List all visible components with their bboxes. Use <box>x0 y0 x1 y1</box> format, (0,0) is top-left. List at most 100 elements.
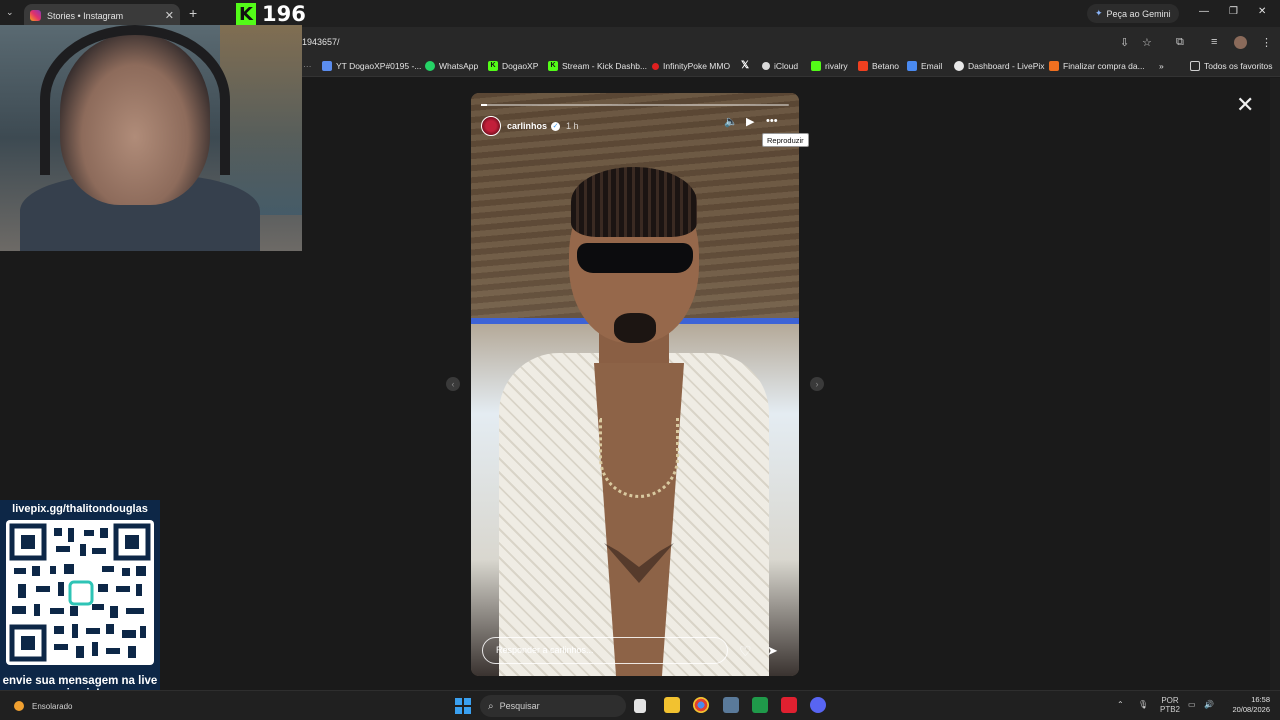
gemini-sparkle-icon: ✦ <box>1095 8 1103 18</box>
bookmark-finalizar-compra[interactable]: Finalizar compra da... <box>1049 61 1145 71</box>
shop-icon <box>1049 61 1059 71</box>
new-tab-icon[interactable]: + <box>189 5 197 21</box>
bookmark-icloud[interactable]: iCloud <box>762 61 798 71</box>
bookmark-label: Betano <box>872 61 899 71</box>
bookmark-betano[interactable]: Betano <box>858 61 899 71</box>
search-icon: ⌕ <box>488 700 494 712</box>
previous-story-button[interactable]: ‹ <box>446 377 460 391</box>
next-story-button[interactable]: › <box>810 377 824 391</box>
story-username[interactable]: carlinhos <box>507 121 547 131</box>
person-beard <box>614 313 656 343</box>
close-stories-icon[interactable]: ✕ <box>1236 94 1254 116</box>
play-tooltip: Reproduzir <box>762 133 809 147</box>
bookmark-infinitypoke[interactable]: InfinityPoke MMO <box>652 61 730 71</box>
betano-icon <box>858 61 868 71</box>
kick-favicon-icon: K <box>548 61 558 71</box>
person-sunglasses <box>577 243 693 273</box>
verified-badge-icon: ✓ <box>551 121 561 131</box>
bookmark-star-icon[interactable]: ☆ <box>1142 36 1152 49</box>
instagram-favicon-icon <box>30 10 41 21</box>
rivalry-icon <box>811 61 821 71</box>
browser-tab-bar: ⌄ Stories • Instagram ✕ + K 196 ✦ Peça a… <box>0 0 1280 27</box>
weather-text: Ensolarado <box>32 701 73 711</box>
snipping-tool-icon[interactable] <box>723 697 739 713</box>
more-options-icon[interactable]: ••• <box>766 115 778 127</box>
media-control-icon[interactable]: ≡ <box>1211 36 1217 48</box>
language-line-1: POR <box>1161 696 1179 705</box>
bookmark-kick-dashboard[interactable]: K Stream - Kick Dashb... <box>548 61 647 71</box>
story-card[interactable]: carlinhos ✓ 1 h 🔈 ▶ ••• Responder a carl… <box>471 93 799 676</box>
page-scrollbar[interactable] <box>1270 78 1280 690</box>
weather-widget[interactable]: Ensolarado <box>14 701 72 711</box>
bookmark-whatsapp[interactable]: WhatsApp <box>425 61 478 71</box>
file-explorer-icon[interactable] <box>664 697 680 713</box>
app-red-icon[interactable] <box>781 697 797 713</box>
folder-icon <box>1190 61 1200 71</box>
x-logo-icon: 𝕏 <box>740 60 750 71</box>
bookmarks-overflow-left-icon[interactable]: ⋯ <box>303 61 312 72</box>
ask-gemini-button[interactable]: ✦ Peça ao Gemini <box>1087 4 1179 23</box>
volume-icon[interactable]: 🔊 <box>1204 700 1214 709</box>
bookmark-livepix-dashboard[interactable]: Dashboard - LivePix <box>954 61 1045 71</box>
minimize-icon[interactable]: — <box>1199 6 1209 17</box>
network-icon[interactable]: ▭ <box>1188 700 1196 709</box>
install-app-icon[interactable]: ⇩ <box>1120 36 1129 49</box>
chrome-icon[interactable] <box>693 697 709 713</box>
bookmark-yt-dogaoxp[interactable]: YT DogaoXP#0195 -... <box>322 61 421 71</box>
bookmark-label: rivalry <box>825 61 848 71</box>
bookmark-email[interactable]: Email <box>907 61 942 71</box>
bookmarks-overflow-chevron-icon[interactable]: » <box>1159 61 1164 71</box>
language-indicator[interactable]: POR PTB2 <box>1160 696 1180 714</box>
sun-icon <box>14 701 24 711</box>
tab-instagram-stories[interactable]: Stories • Instagram ✕ <box>24 4 180 27</box>
qr-code-graphic <box>9 523 151 662</box>
bookmark-label: Finalizar compra da... <box>1063 61 1145 71</box>
taskbar-search-box[interactable]: ⌕ Pesquisar <box>480 695 626 717</box>
app-green-icon[interactable] <box>752 697 768 713</box>
clock-time: 16:58 <box>1251 695 1270 704</box>
bookmark-dogaoxp[interactable]: K DogaoXP <box>488 61 538 71</box>
send-direct-icon[interactable]: ➤ <box>767 643 778 659</box>
task-view-icon[interactable] <box>634 699 646 713</box>
gemini-label: Peça ao Gemini <box>1106 8 1171 19</box>
like-heart-icon[interactable]: ♡ <box>739 643 752 660</box>
all-bookmarks-folder[interactable]: Todos os favoritos <box>1190 61 1273 71</box>
url-text[interactable]: 1943657/ <box>302 37 340 47</box>
tab-search-dropdown-icon[interactable]: ⌄ <box>6 7 14 18</box>
discord-icon[interactable] <box>810 697 826 713</box>
story-timestamp: 1 h <box>566 121 579 131</box>
restore-icon[interactable]: ❐ <box>1229 6 1238 17</box>
story-header: carlinhos ✓ 1 h 🔈 ▶ ••• <box>481 115 789 137</box>
tray-chevron-up-icon[interactable]: ⌃ <box>1117 700 1124 709</box>
streamer-webcam-overlay <box>0 25 302 251</box>
menu-kebab-icon[interactable]: ⋮ <box>1261 36 1272 49</box>
livepix-qr-overlay: livepix.gg/thalitondouglas envie sua men… <box>0 500 160 702</box>
windows-start-icon[interactable] <box>455 698 471 714</box>
person-hair <box>571 167 697 237</box>
windows-taskbar: Ensolarado ⌕ Pesquisar ⌃ 🎙 POR PTB2 ▭ 🔊 … <box>0 690 1280 720</box>
bookmark-x[interactable]: 𝕏 <box>740 61 754 71</box>
livepix-icon <box>954 61 964 71</box>
mute-speaker-icon[interactable]: 🔈 <box>724 115 738 128</box>
story-progress-fill <box>481 104 488 106</box>
bookmark-label: YT DogaoXP#0195 -... <box>336 61 422 71</box>
story-author-avatar[interactable] <box>481 116 501 136</box>
tab-close-icon[interactable]: ✕ <box>165 9 174 22</box>
pokeball-icon <box>652 62 659 70</box>
bookmark-rivalry[interactable]: rivalry <box>811 61 848 71</box>
window-close-icon[interactable]: ✕ <box>1258 6 1266 17</box>
story-progress-bar <box>481 104 789 106</box>
story-reply-input[interactable]: Responder a carlinhos... <box>482 637 728 664</box>
profile-avatar[interactable] <box>1234 36 1247 49</box>
play-icon[interactable]: ▶ <box>746 115 754 128</box>
kick-viewer-count: 196 <box>262 2 306 26</box>
bookmark-label: iCloud <box>774 61 799 71</box>
all-bookmarks-label: Todos os favoritos <box>1204 61 1273 71</box>
extensions-icon[interactable]: ⧉ <box>1176 36 1184 49</box>
bookmark-label: DogaoXP <box>502 61 539 71</box>
bookmark-label: Email <box>921 61 943 71</box>
taskbar-clock[interactable]: 16:58 20/08/2026 <box>1222 695 1270 715</box>
microphone-icon[interactable]: 🎙 <box>1138 700 1148 709</box>
tab-title: Stories • Instagram <box>47 10 124 21</box>
story-photo-person <box>499 163 769 676</box>
